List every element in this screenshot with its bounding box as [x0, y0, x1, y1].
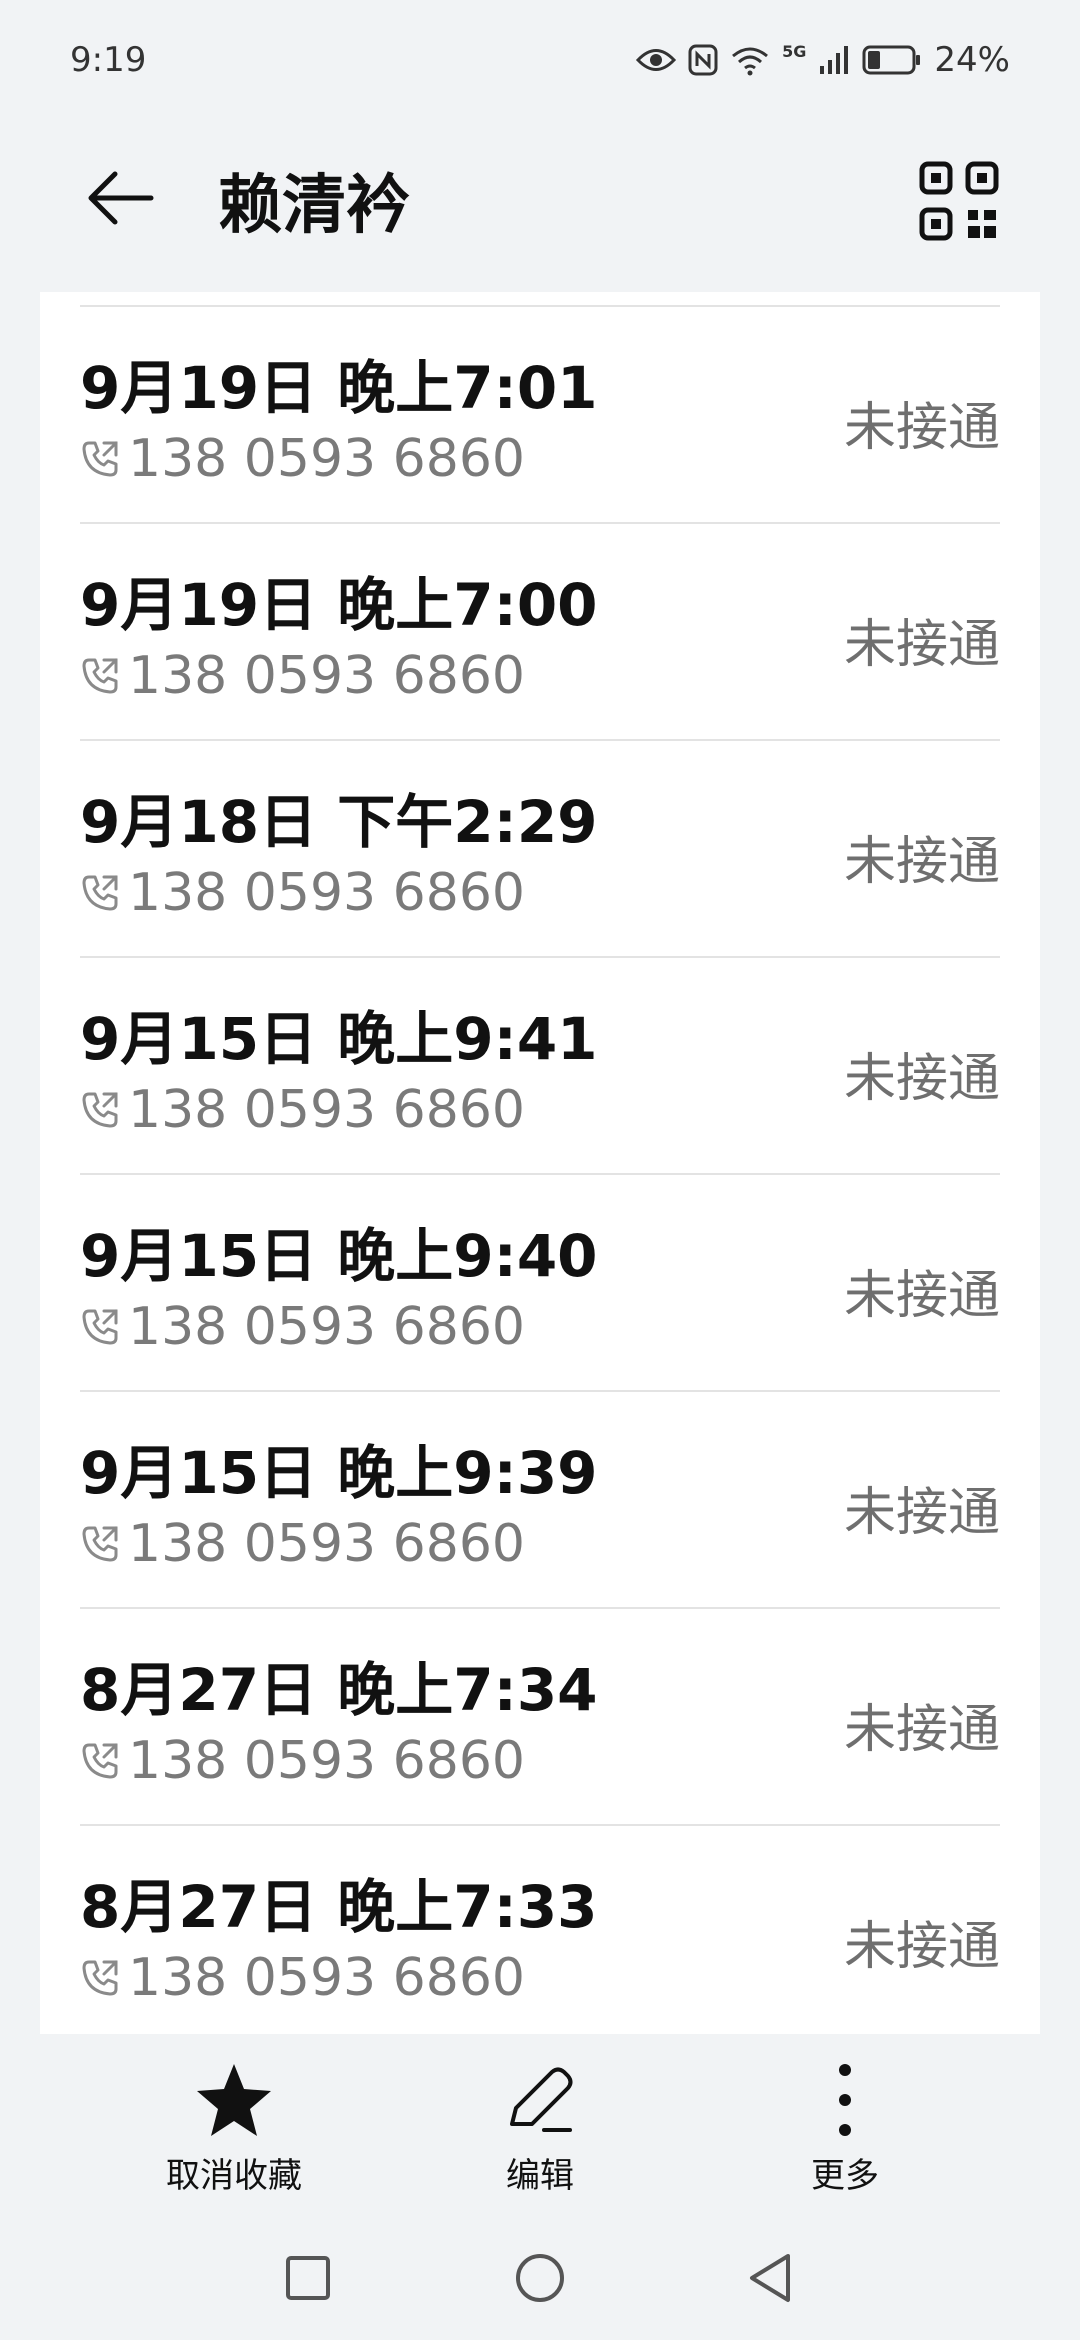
call-datetime: 8月27日 晚上7:34: [80, 1656, 598, 1724]
call-status: 未接通: [843, 1049, 1000, 1109]
call-datetime: 8月27日 晚上7:33: [80, 1873, 598, 1941]
call-status: 未接通: [843, 615, 1000, 675]
wifi-icon: [730, 44, 770, 76]
phone-number: 138 0593 6860: [128, 1948, 525, 2008]
phone-number: 138 0593 6860: [128, 429, 525, 489]
call-datetime: 9月15日 晚上9:41: [80, 1005, 598, 1073]
call-status: 未接通: [843, 1266, 1000, 1326]
nfc-icon: [688, 44, 718, 76]
back-button[interactable]: [80, 160, 160, 240]
home-button[interactable]: [500, 2240, 580, 2320]
call-number-line: 138 0593 6860: [80, 1731, 525, 1791]
more-label: 更多: [811, 2156, 879, 2196]
outgoing-call-icon: [80, 1524, 120, 1564]
call-datetime: 9月19日 晚上7:00: [80, 571, 598, 639]
call-number-line: 138 0593 6860: [80, 1948, 525, 2008]
edit-label: 编辑: [506, 2156, 574, 2196]
square-icon: [284, 2254, 332, 2306]
bottom-toolbar: 取消收藏 编辑 更多: [0, 2060, 1080, 2210]
recent-apps-button[interactable]: [268, 2240, 348, 2320]
unfavorite-label: 取消收藏: [166, 2156, 302, 2196]
call-record-row[interactable]: 8月27日 晚上7:33 138 0593 6860 未接通: [80, 1826, 1000, 2034]
call-number-line: 138 0593 6860: [80, 646, 525, 706]
call-record-row[interactable]: 9月15日 晚上9:41 138 0593 6860 未接通: [80, 958, 1000, 1175]
call-status: 未接通: [843, 1483, 1000, 1543]
outgoing-call-icon: [80, 1307, 120, 1347]
phone-number: 138 0593 6860: [128, 646, 525, 706]
call-datetime: 9月15日 晚上9:39: [80, 1439, 598, 1507]
call-status: 未接通: [843, 398, 1000, 458]
call-number-line: 138 0593 6860: [80, 863, 525, 923]
circle-icon: [514, 2252, 566, 2308]
page-title: 赖清衿: [218, 169, 410, 243]
star-icon: [194, 2060, 274, 2140]
outgoing-call-icon: [80, 1958, 120, 1998]
outgoing-call-icon: [80, 656, 120, 696]
qr-code-button[interactable]: [918, 160, 1000, 242]
call-record-row[interactable]: 9月15日 晚上9:40 138 0593 6860 未接通: [80, 1175, 1000, 1392]
call-status: 未接通: [843, 1917, 1000, 1977]
system-navigation-bar: [0, 2240, 1080, 2320]
header: 赖清衿: [0, 130, 1080, 260]
back-nav-button[interactable]: [730, 2240, 810, 2320]
phone-number: 138 0593 6860: [128, 1514, 525, 1574]
signal-icon: [818, 44, 850, 76]
status-time: 9:19: [70, 40, 147, 80]
battery-icon: [862, 44, 922, 76]
qr-code-icon: [918, 161, 1000, 246]
call-number-line: 138 0593 6860: [80, 1297, 525, 1357]
more-vertical-icon: [805, 2060, 885, 2140]
battery-percentage: 24%: [934, 40, 1010, 80]
status-icons: 5G 24%: [636, 40, 1010, 80]
unfavorite-button[interactable]: 取消收藏: [114, 2060, 354, 2210]
outgoing-call-icon: [80, 439, 120, 479]
phone-number: 138 0593 6860: [128, 1731, 525, 1791]
call-number-line: 138 0593 6860: [80, 1514, 525, 1574]
status-bar: 9:19 5G 24%: [0, 0, 1080, 120]
call-record-row[interactable]: 9月18日 下午2:29 138 0593 6860 未接通: [80, 741, 1000, 958]
call-history-list[interactable]: 9月19日 晚上7:01 138 0593 6860 未接通 9月19日 晚上7:00…: [40, 292, 1040, 2034]
outgoing-call-icon: [80, 873, 120, 913]
call-number-line: 138 0593 6860: [80, 429, 525, 489]
call-datetime: 9月15日 晚上9:40: [80, 1222, 598, 1290]
call-datetime: 9月18日 下午2:29: [80, 788, 598, 856]
call-record-row[interactable]: 8月27日 晚上7:34 138 0593 6860 未接通: [80, 1609, 1000, 1826]
call-status: 未接通: [843, 832, 1000, 892]
call-record-row[interactable]: 9月19日 晚上7:01 138 0593 6860 未接通: [80, 307, 1000, 524]
eye-icon: [636, 47, 677, 73]
phone-number: 138 0593 6860: [128, 1080, 525, 1140]
back-arrow-icon: [85, 168, 155, 232]
outgoing-call-icon: [80, 1090, 120, 1130]
network-type: 5G: [782, 42, 807, 61]
call-record-row[interactable]: 9月15日 晚上9:39 138 0593 6860 未接通: [80, 1392, 1000, 1609]
phone-number: 138 0593 6860: [128, 1297, 525, 1357]
call-status: 未接通: [843, 1700, 1000, 1760]
triangle-back-icon: [746, 2252, 794, 2308]
call-record-row[interactable]: 9月19日 晚上7:00 138 0593 6860 未接通: [80, 524, 1000, 741]
outgoing-call-icon: [80, 1741, 120, 1781]
call-number-line: 138 0593 6860: [80, 1080, 525, 1140]
pencil-icon: [500, 2060, 580, 2140]
phone-number: 138 0593 6860: [128, 863, 525, 923]
edit-button[interactable]: 编辑: [420, 2060, 660, 2210]
more-button[interactable]: 更多: [725, 2060, 965, 2210]
call-datetime: 9月19日 晚上7:01: [80, 354, 598, 422]
